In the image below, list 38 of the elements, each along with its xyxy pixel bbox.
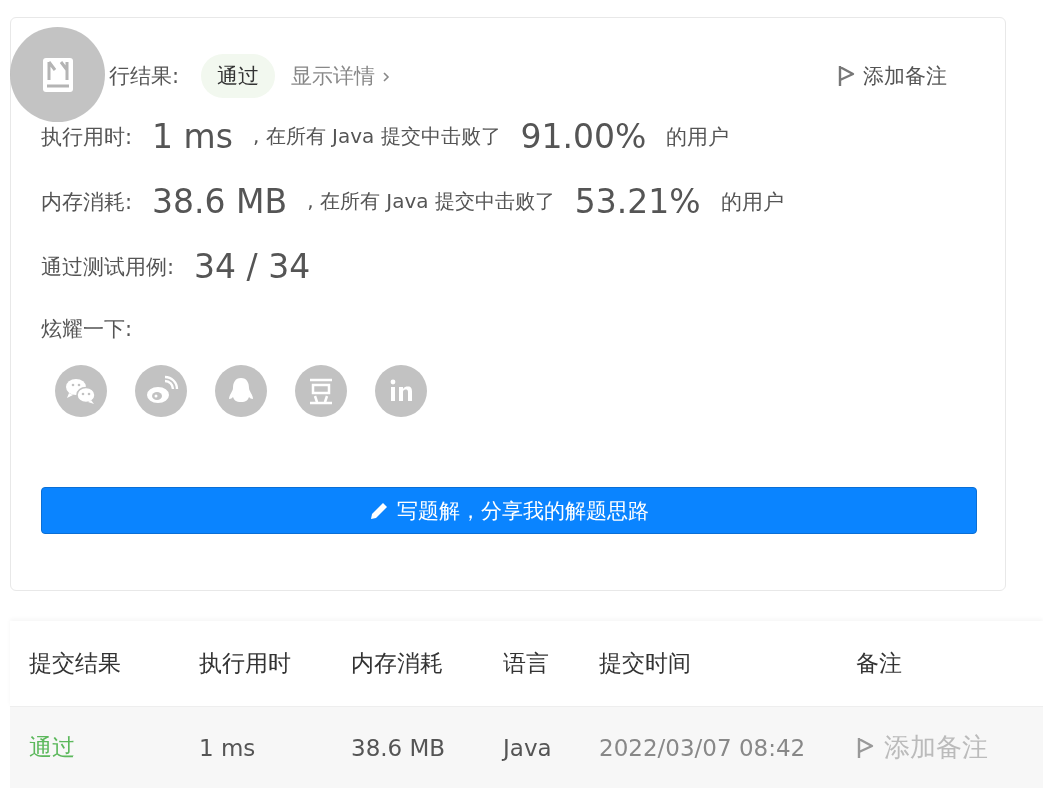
flag-icon	[856, 735, 874, 760]
stat-text: 的用户	[720, 188, 784, 216]
stat-text: 的用户	[666, 123, 730, 151]
share-label: 炫耀一下:	[41, 316, 133, 343]
tests-label: 通过测试用例:	[41, 253, 175, 281]
table-cell-text: Java	[503, 734, 553, 761]
stat-percent: 53.21%	[574, 182, 701, 221]
flag-icon	[837, 64, 855, 88]
column-header: 备注	[856, 649, 903, 678]
douban-icon[interactable]	[295, 365, 347, 417]
wechat-icon[interactable]	[55, 365, 107, 417]
table-cell-text: 38.6 MB	[351, 734, 447, 761]
stat-label: 内存消耗:	[41, 188, 133, 216]
column-header: 提交结果	[29, 649, 122, 678]
pencil-icon	[369, 500, 389, 521]
stat-value: 1 ms	[152, 117, 233, 156]
penguin-icon[interactable]	[215, 365, 267, 417]
stat-text: , 在所有 Java 提交中击败了	[307, 188, 555, 215]
table-cell-text: 2022/03/07 08:42	[599, 734, 807, 761]
details-link[interactable]: 显示详情	[291, 62, 390, 90]
weibo-icon[interactable]	[135, 365, 187, 417]
column-header: 内存消耗	[351, 649, 444, 678]
stat-label: 执行用时:	[41, 123, 133, 151]
tests-value: 34 / 34	[194, 247, 311, 286]
result-label: 行结果:	[109, 63, 180, 90]
stat-text: , 在所有 Java 提交中击败了	[252, 123, 501, 150]
table-cell-text: 1 ms	[199, 734, 257, 761]
stat-value: 38.6 MB	[152, 182, 288, 221]
chevron-icon	[381, 71, 390, 83]
column-header: 提交时间	[599, 649, 692, 678]
column-header: 执行用时	[199, 649, 292, 678]
status-badge: 通过	[201, 54, 276, 98]
stat-percent: 91.00%	[520, 117, 647, 156]
add-note-button[interactable]: 添加备注	[831, 61, 953, 91]
table-cell-text: 通过	[29, 733, 76, 762]
linkedin-icon[interactable]	[375, 365, 427, 417]
write-solution-button[interactable]: 写题解，分享我的解题思路	[41, 487, 977, 534]
column-header: 语言	[503, 649, 550, 678]
